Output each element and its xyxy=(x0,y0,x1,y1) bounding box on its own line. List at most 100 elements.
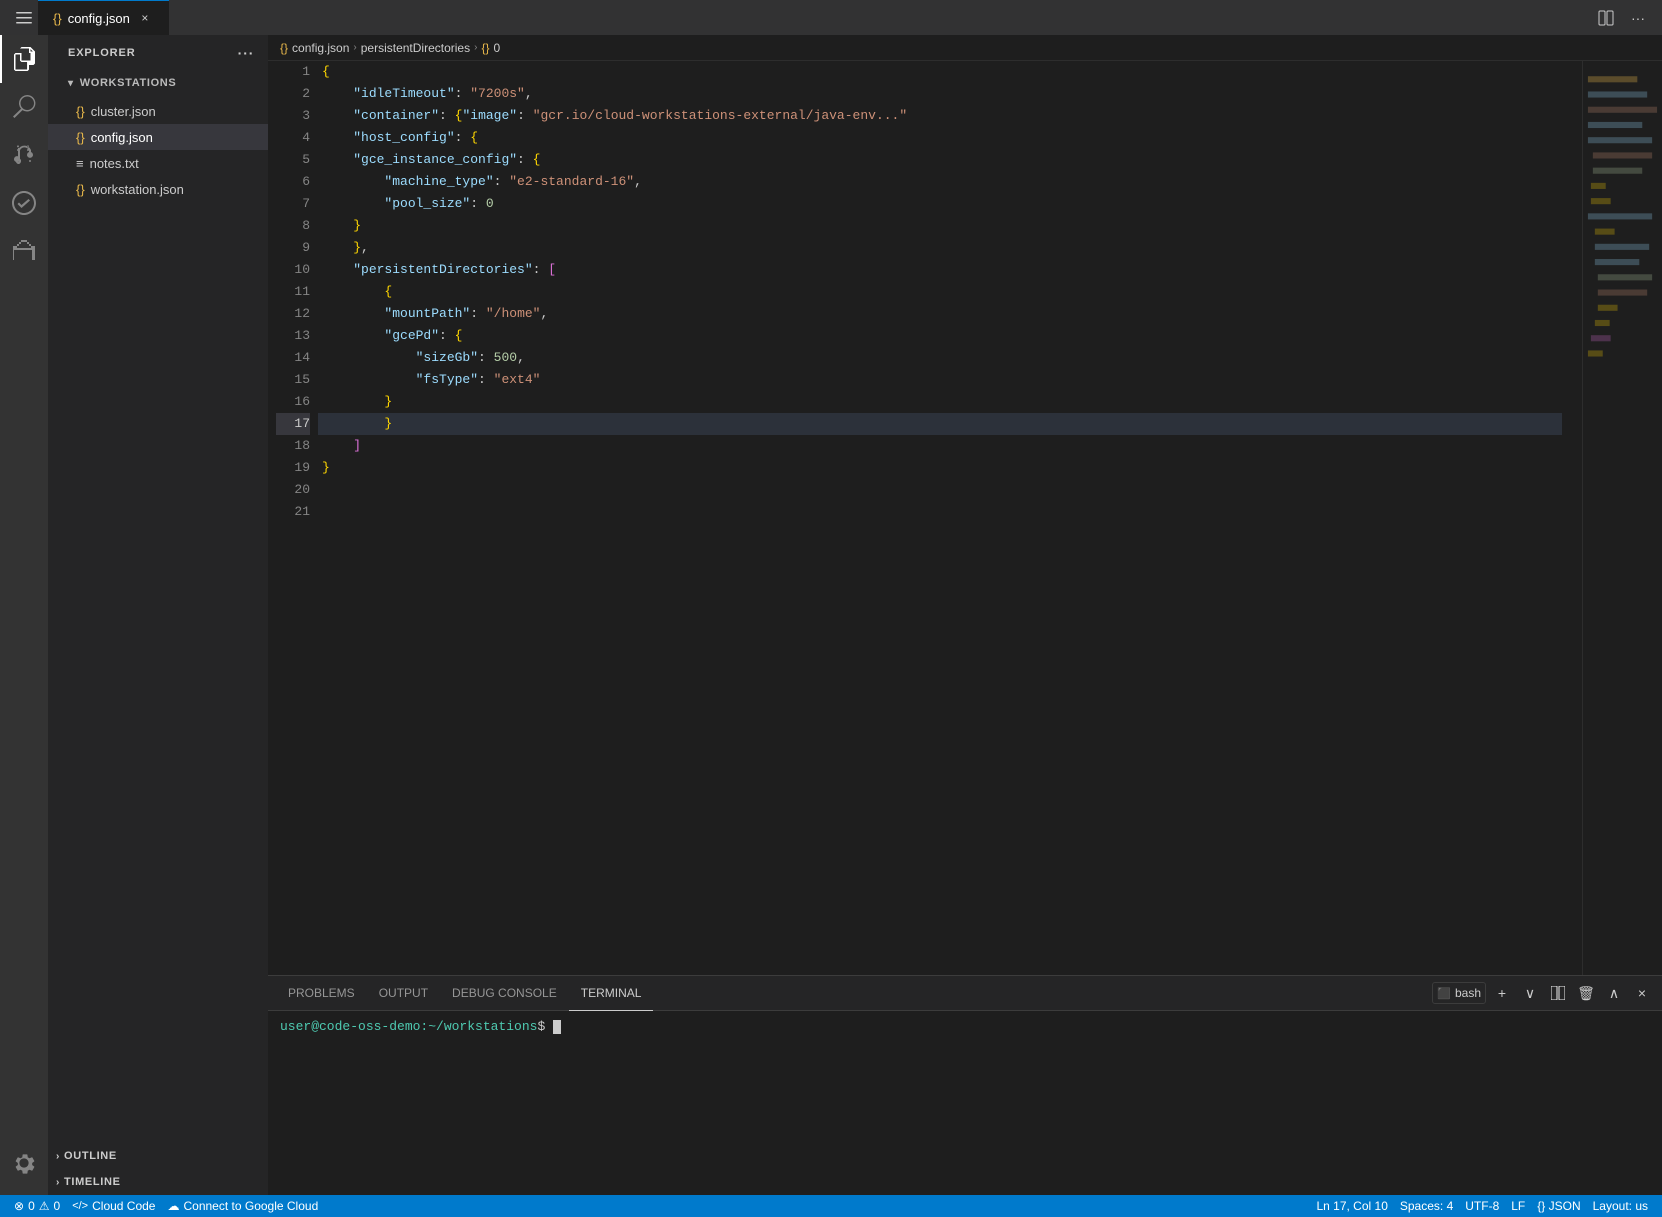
code-line-4: "host_config": { xyxy=(318,127,1562,149)
warning-count: 0 xyxy=(54,1199,61,1213)
config-json-icon: {} xyxy=(76,130,85,145)
breadcrumb-sep-1: › xyxy=(353,42,356,53)
tab-terminal[interactable]: TERMINAL xyxy=(569,977,654,1011)
eol-text: LF xyxy=(1511,1199,1525,1213)
bash-icon: ⬛ xyxy=(1437,987,1451,1000)
split-editor-button[interactable] xyxy=(1592,4,1620,32)
titlebar-actions: ··· xyxy=(1592,4,1652,32)
file-config-json[interactable]: {} config.json xyxy=(48,124,268,150)
file-cluster-json[interactable]: {} cluster.json xyxy=(48,98,268,124)
status-cloud-code[interactable]: </> Cloud Code xyxy=(66,1195,161,1217)
breadcrumb-file-icon: {} xyxy=(280,41,288,55)
close-panel-button[interactable]: × xyxy=(1630,981,1654,1005)
tab-file-icon: {} xyxy=(53,11,62,26)
language-text: {} JSON xyxy=(1537,1199,1580,1213)
bash-label[interactable]: ⬛ bash xyxy=(1432,982,1486,1004)
code-content[interactable]: { "idleTimeout": "7200s", "container": {… xyxy=(318,61,1582,975)
new-terminal-button[interactable]: + xyxy=(1490,981,1514,1005)
kill-terminal-button[interactable]: 🗑 xyxy=(1574,981,1598,1005)
activity-bottom xyxy=(0,1139,48,1195)
menu-icon[interactable] xyxy=(10,4,38,32)
connect-cloud-icon: ☁ xyxy=(167,1199,179,1213)
activity-run-debug[interactable] xyxy=(0,179,48,227)
code-line-16: } xyxy=(318,391,1562,413)
maximize-panel-button[interactable]: ∧ xyxy=(1602,981,1626,1005)
spaces-text: Spaces: 4 xyxy=(1400,1199,1453,1213)
status-language[interactable]: {} JSON xyxy=(1531,1199,1586,1213)
connect-cloud-label: Connect to Google Cloud xyxy=(183,1199,318,1213)
split-terminal-dropdown[interactable]: ∨ xyxy=(1518,981,1542,1005)
breadcrumb: {} config.json › persistentDirectories ›… xyxy=(268,35,1662,61)
tab-output[interactable]: OUTPUT xyxy=(367,977,440,1011)
code-line-12: "mountPath": "/home", xyxy=(318,303,1562,325)
cloud-code-icon: </> xyxy=(72,1200,88,1212)
activity-settings[interactable] xyxy=(0,1139,48,1187)
explorer-more-button[interactable]: ··· xyxy=(236,43,256,63)
prompt-user: user@code-oss-demo:~/workstations xyxy=(280,1019,537,1034)
terminal-layout-button[interactable] xyxy=(1546,981,1570,1005)
code-line-20 xyxy=(318,479,1562,501)
cluster-json-label: cluster.json xyxy=(91,104,156,119)
notes-txt-label: notes.txt xyxy=(90,156,139,171)
code-line-8: } xyxy=(318,215,1562,237)
file-workstation-json[interactable]: {} workstation.json xyxy=(48,176,268,202)
status-spaces[interactable]: Spaces: 4 xyxy=(1394,1199,1459,1213)
activity-explorer[interactable] xyxy=(0,35,48,83)
outline-section[interactable]: › OUTLINE xyxy=(48,1143,268,1169)
terminal-label: TERMINAL xyxy=(581,986,642,1000)
error-count: 0 xyxy=(28,1199,35,1213)
breadcrumb-persistent-dirs[interactable]: persistentDirectories xyxy=(361,41,470,55)
status-encoding[interactable]: UTF-8 xyxy=(1459,1199,1505,1213)
tab-problems[interactable]: PROBLEMS xyxy=(276,977,367,1011)
tab-debug-console[interactable]: DEBUG CONSOLE xyxy=(440,977,569,1011)
code-line-3: "container": {"image": "gcr.io/cloud-wor… xyxy=(318,105,1562,127)
tab-label: config.json xyxy=(68,11,130,26)
status-position[interactable]: Ln 17, Col 10 xyxy=(1310,1199,1393,1213)
status-errors[interactable]: ⊗ 0 ⚠ 0 xyxy=(8,1195,66,1217)
file-notes-txt[interactable]: ≡ notes.txt xyxy=(48,150,268,176)
sidebar: EXPLORER ··· ▾ WORKSTATIONS {} cluster.j… xyxy=(48,35,268,1195)
code-line-17: } xyxy=(318,413,1562,435)
position-text: Ln 17, Col 10 xyxy=(1316,1199,1387,1213)
breadcrumb-index[interactable]: 0 xyxy=(493,41,500,55)
breadcrumb-sep-2: › xyxy=(474,42,477,53)
code-line-7: "pool_size": 0 xyxy=(318,193,1562,215)
code-editor[interactable]: 12345 678910 1112131415 161718 192021 { … xyxy=(268,61,1662,975)
more-actions-button[interactable]: ··· xyxy=(1624,4,1652,32)
config-json-label: config.json xyxy=(91,130,153,145)
activity-source-control[interactable] xyxy=(0,131,48,179)
breadcrumb-config-json[interactable]: config.json xyxy=(292,41,349,55)
panel-actions: ⬛ bash + ∨ 🗑 ∧ × xyxy=(1432,981,1654,1005)
panel-tabs: PROBLEMS OUTPUT DEBUG CONSOLE TERMINAL ⬛ xyxy=(268,976,1662,1011)
code-line-5: "gce_instance_config": { xyxy=(318,149,1562,171)
workstation-json-label: workstation.json xyxy=(91,182,184,197)
encoding-text: UTF-8 xyxy=(1465,1199,1499,1213)
tab-config-json[interactable]: {} config.json × xyxy=(38,0,169,35)
workstations-section[interactable]: ▾ WORKSTATIONS xyxy=(48,70,268,98)
explorer-title: EXPLORER xyxy=(68,47,136,59)
activity-extensions[interactable] xyxy=(0,227,48,275)
outline-chevron-icon: › xyxy=(56,1151,60,1162)
timeline-section[interactable]: › TIMELINE xyxy=(48,1169,268,1195)
status-right: Ln 17, Col 10 Spaces: 4 UTF-8 LF {} JSON… xyxy=(1310,1199,1654,1213)
status-eol[interactable]: LF xyxy=(1505,1199,1531,1213)
activity-search[interactable] xyxy=(0,83,48,131)
code-line-10: "persistentDirectories": [ xyxy=(318,259,1562,281)
prompt-symbol: $ xyxy=(537,1019,553,1034)
code-line-6: "machine_type": "e2-standard-16", xyxy=(318,171,1562,193)
main-container: EXPLORER ··· ▾ WORKSTATIONS {} cluster.j… xyxy=(0,35,1662,1195)
code-line-9: }, xyxy=(318,237,1562,259)
workstation-json-icon: {} xyxy=(76,182,85,197)
code-line-2: "idleTimeout": "7200s", xyxy=(318,83,1562,105)
timeline-label: TIMELINE xyxy=(64,1176,121,1188)
status-connect-cloud[interactable]: ☁ Connect to Google Cloud xyxy=(161,1195,324,1217)
layout-text: Layout: us xyxy=(1593,1199,1648,1213)
cluster-json-icon: {} xyxy=(76,104,85,119)
notes-txt-icon: ≡ xyxy=(76,156,84,171)
tab-close-button[interactable]: × xyxy=(136,9,154,27)
status-layout[interactable]: Layout: us xyxy=(1587,1199,1654,1213)
terminal-content[interactable]: user@code-oss-demo:~/workstations$ xyxy=(268,1011,1662,1195)
code-line-14: "sizeGb": 500, xyxy=(318,347,1562,369)
editor-area: {} config.json › persistentDirectories ›… xyxy=(268,35,1662,1195)
warning-icon: ⚠ xyxy=(39,1199,50,1213)
